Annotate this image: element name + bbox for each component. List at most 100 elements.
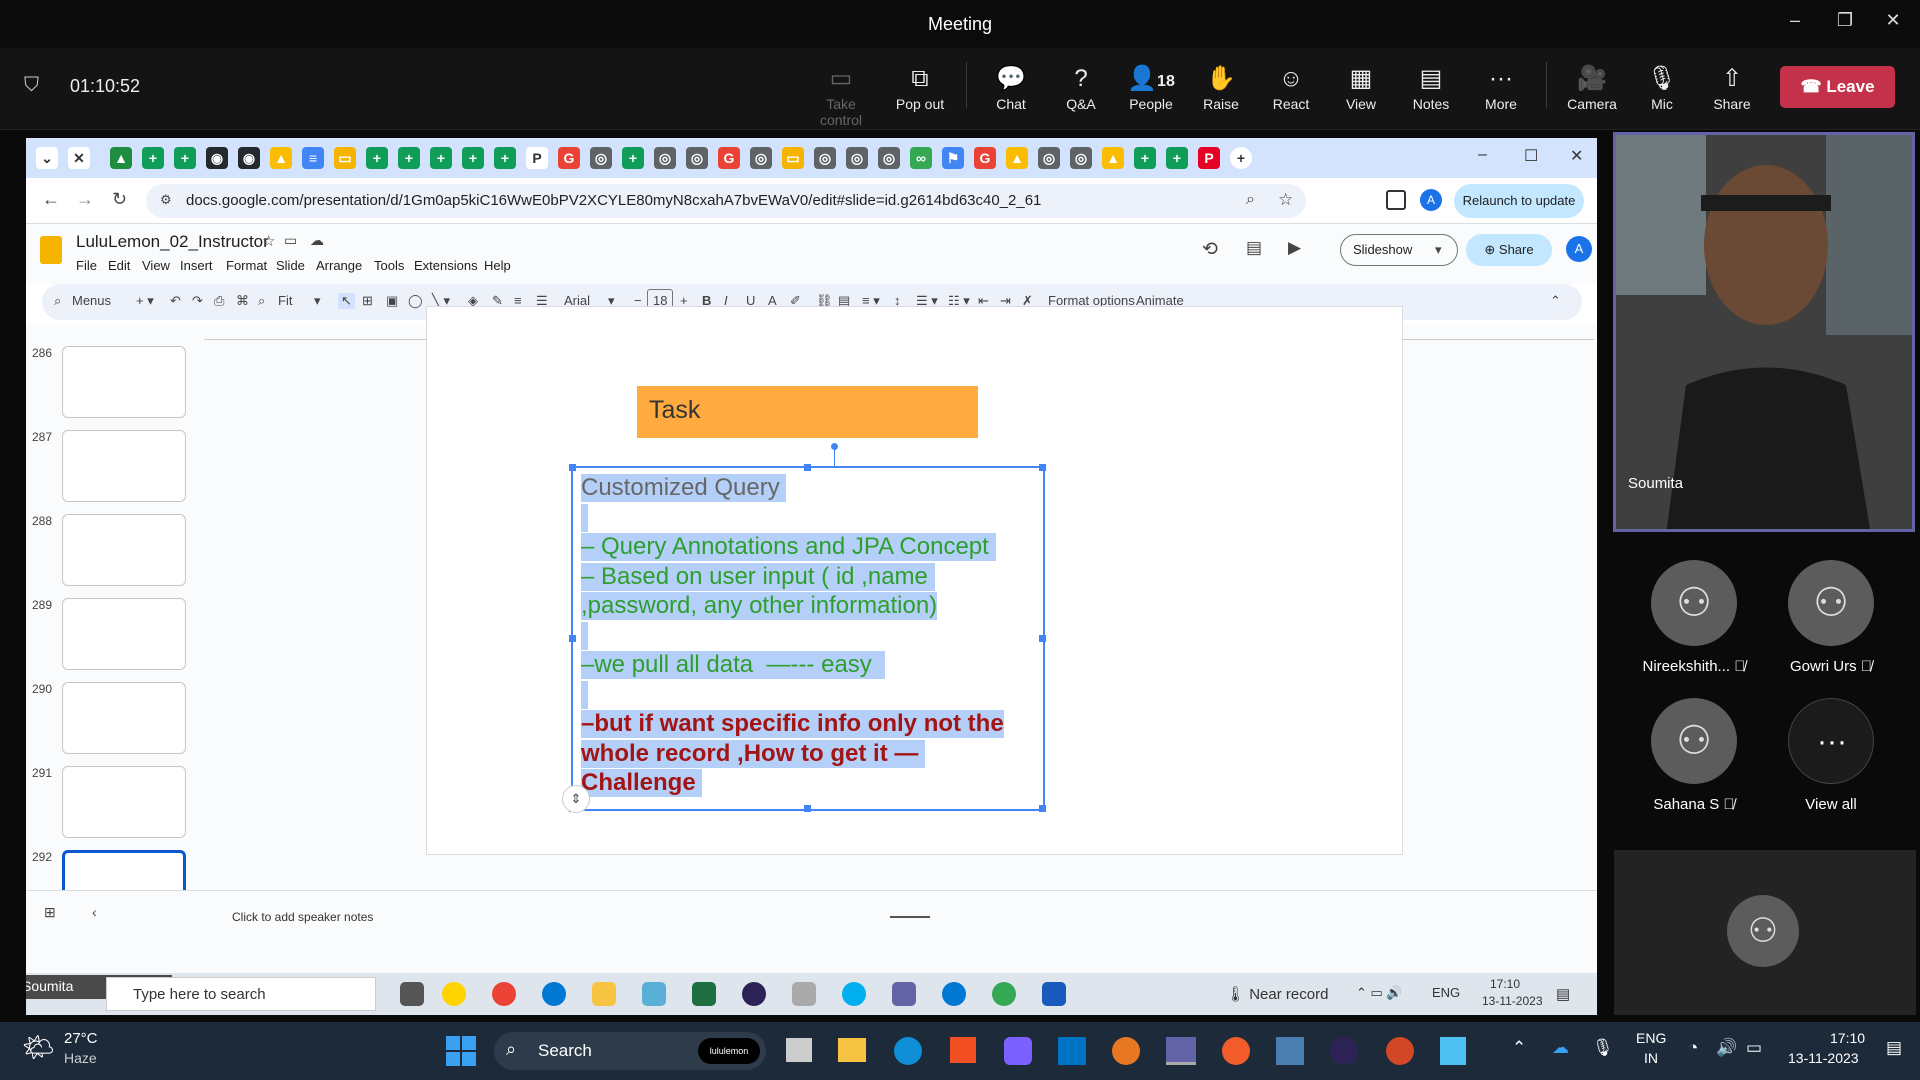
language-secondary[interactable]: IN — [1644, 1050, 1658, 1066]
sheets-tab-icon[interactable]: + — [366, 147, 388, 169]
slide-thumbnail[interactable] — [62, 430, 186, 502]
github-tab-icon[interactable]: ◉ — [238, 147, 260, 169]
zoom-icon[interactable]: ⌕ — [1246, 191, 1255, 209]
participant-avatar[interactable]: ⚇ — [1788, 560, 1874, 646]
take-control-button[interactable]: ▭ Take control — [806, 62, 876, 128]
resize-handle[interactable] — [1039, 805, 1046, 812]
tab-icon[interactable]: ∞ — [910, 147, 932, 169]
new-slide-icon[interactable]: + ▾ — [136, 293, 154, 309]
weather-icon[interactable]: 🌤 — [22, 1032, 55, 1063]
notepad-icon[interactable] — [1440, 1037, 1466, 1065]
view-button[interactable]: ▦ View — [1326, 62, 1396, 112]
url-field[interactable]: ⚙ docs.google.com/presentation/d/1Gm0ap5… — [146, 184, 1306, 218]
resize-handle[interactable] — [569, 634, 576, 642]
paint-format-icon[interactable]: ⌘ — [236, 293, 249, 309]
grid-view-icon[interactable]: ⊞ — [44, 904, 56, 921]
drive-tab-icon[interactable]: ▲ — [110, 147, 132, 169]
task-view-icon[interactable] — [400, 982, 424, 1006]
menu-view[interactable]: View — [142, 258, 170, 273]
file-explorer-icon[interactable] — [592, 982, 616, 1006]
chevron-up-icon[interactable]: ⌃ — [1512, 1038, 1526, 1058]
resize-handle[interactable] — [1039, 634, 1046, 642]
more-button[interactable]: ··· More — [1466, 62, 1536, 112]
search-box[interactable]: Type here to search — [106, 977, 376, 1011]
battery-icon[interactable]: ▭ — [1746, 1038, 1762, 1058]
notes-button[interactable]: ▤ Notes — [1396, 62, 1466, 112]
forward-icon[interactable]: → — [76, 189, 94, 210]
menu-edit[interactable]: Edit — [108, 258, 130, 273]
sheets-tab-icon[interactable]: + — [462, 147, 484, 169]
slides-logo-icon[interactable] — [40, 236, 62, 264]
menu-extensions[interactable]: Extensions — [414, 258, 478, 273]
app-icon[interactable] — [1276, 1037, 1304, 1065]
tab-icon[interactable]: ◎ — [846, 147, 868, 169]
image-tool-icon[interactable]: ▣ — [386, 293, 398, 309]
file-explorer-icon[interactable] — [838, 1038, 866, 1062]
tray-icons[interactable]: ⌃ ▭ 🔊 — [1356, 985, 1403, 1001]
sidebar-icon[interactable] — [1386, 190, 1406, 210]
microsoft-store-icon[interactable] — [950, 1037, 976, 1063]
sheets-tab-icon[interactable]: + — [398, 147, 420, 169]
eclipse-icon[interactable] — [1330, 1037, 1358, 1065]
search-icon[interactable]: ⌕ — [54, 293, 61, 309]
sheets-tab-icon[interactable]: + — [174, 147, 196, 169]
resize-handle[interactable] — [804, 805, 811, 812]
main-video-tile[interactable]: Soumita — [1613, 132, 1915, 532]
eclipse-icon[interactable] — [742, 982, 766, 1006]
pop-out-button[interactable]: ⧉ Pop out — [885, 62, 955, 112]
menu-arrange[interactable]: Arrange — [316, 258, 362, 273]
speaker-notes-placeholder[interactable]: Click to add speaker notes — [232, 910, 373, 924]
zoom-select[interactable]: Fit — [278, 293, 292, 308]
share-doc-button[interactable]: ⊕ Share — [1466, 234, 1552, 266]
docs-tab-icon[interactable]: ≡ — [302, 147, 324, 169]
sheets-tab-icon[interactable]: + — [1166, 147, 1188, 169]
slides-tab-icon[interactable]: ▭ — [334, 147, 356, 169]
slide-thumbnail[interactable] — [62, 346, 186, 418]
collapse-panel-icon[interactable]: ‹ — [92, 904, 97, 920]
back-icon[interactable]: ← — [42, 189, 60, 210]
share-button[interactable]: ⇧ Share — [1697, 62, 1767, 112]
resize-handle[interactable] — [569, 464, 576, 471]
collapse-toolbar-icon[interactable]: ⌃ — [1550, 293, 1561, 309]
active-tab-close-icon[interactable]: ✕ — [68, 147, 90, 169]
google-tab-icon[interactable]: G — [558, 147, 580, 169]
onedrive-icon[interactable]: ☁ — [1552, 1038, 1569, 1058]
undo-icon[interactable]: ↶ — [170, 293, 181, 309]
history-icon[interactable]: ⟲ — [1202, 238, 1218, 261]
tab-icon[interactable]: ◎ — [1038, 147, 1060, 169]
site-info-icon[interactable]: ⚙ — [160, 192, 172, 208]
restore-button[interactable]: ❐ — [1830, 10, 1860, 36]
tab-icon[interactable]: ⚑ — [942, 147, 964, 169]
menu-help[interactable]: Help — [484, 258, 511, 273]
menu-tools[interactable]: Tools — [374, 258, 404, 273]
resize-notes-handle[interactable] — [890, 916, 930, 918]
drive-tab-icon[interactable]: ▲ — [1006, 147, 1028, 169]
drive-tab-icon[interactable]: ▲ — [1102, 147, 1124, 169]
edge-icon[interactable] — [894, 1037, 922, 1065]
sheets-tab-icon[interactable]: + — [1134, 147, 1156, 169]
slide-thumbnail[interactable] — [62, 514, 186, 586]
start-icon[interactable] — [446, 1036, 476, 1066]
selected-text-box[interactable]: Customized Query – Query Annotations and… — [569, 464, 1046, 812]
tab-icon[interactable]: ◎ — [814, 147, 836, 169]
menu-file[interactable]: File — [76, 258, 97, 273]
mic-button[interactable]: 🎙 Mic — [1627, 62, 1697, 112]
github-tab-icon[interactable]: ◉ — [206, 147, 228, 169]
print-icon[interactable]: ⎙ — [214, 293, 224, 309]
close-icon[interactable]: ✕ — [1570, 146, 1583, 166]
edge-icon[interactable] — [542, 982, 566, 1006]
star-icon[interactable]: ☆ — [1278, 190, 1293, 210]
move-folder-icon[interactable]: ▭ — [284, 232, 297, 249]
app-icon[interactable] — [642, 982, 666, 1006]
cloud-status-icon[interactable]: ☁ — [310, 232, 324, 249]
react-button[interactable]: ☺ React — [1256, 62, 1326, 112]
chevron-down-icon[interactable]: ▾ — [314, 293, 321, 309]
language-primary[interactable]: ENG — [1636, 1030, 1666, 1046]
app-icon[interactable] — [1112, 1037, 1140, 1065]
close-button[interactable]: ✕ — [1878, 10, 1908, 36]
task-view-icon[interactable] — [786, 1038, 812, 1062]
qa-button[interactable]: ? Q&A — [1046, 62, 1116, 112]
menu-insert[interactable]: Insert — [180, 258, 213, 273]
new-tab-icon[interactable]: + — [1230, 147, 1252, 169]
sheets-tab-icon[interactable]: + — [430, 147, 452, 169]
